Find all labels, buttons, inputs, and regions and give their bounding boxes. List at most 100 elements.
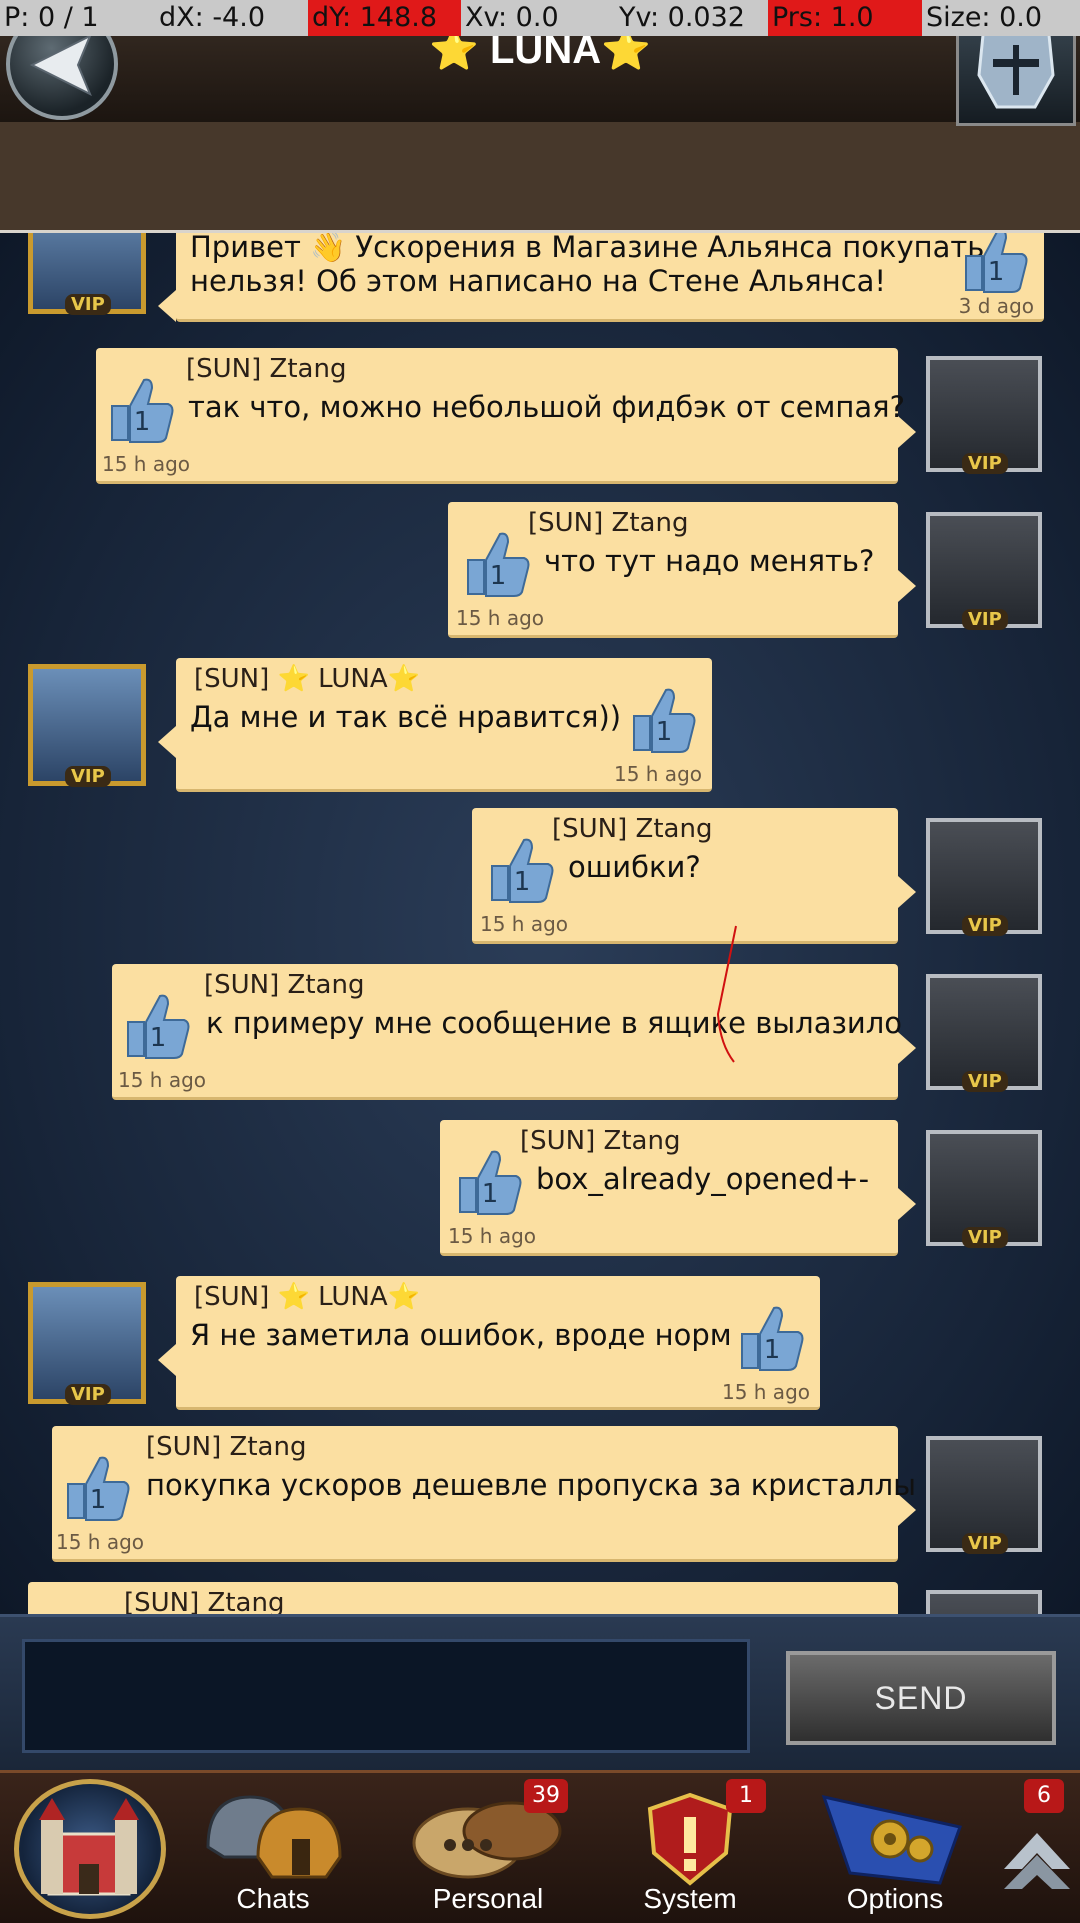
nav-scroll-up[interactable]: 6 xyxy=(996,1773,1080,1923)
ztang-avatar[interactable] xyxy=(926,1590,1042,1614)
message-time: 15 h ago xyxy=(613,762,702,786)
message-bubble[interactable]: [SUN] Ztang box_already_opened+- 15 h ag… xyxy=(440,1120,916,1256)
message-sender: [SUN] Ztang xyxy=(528,508,689,538)
thumbs-up-icon: 1 xyxy=(111,378,174,443)
message-bubble[interactable]: [SUN] Ztang xyxy=(28,1582,898,1614)
message-time: 15 h ago xyxy=(721,1380,810,1404)
nav-options[interactable]: Options xyxy=(800,1773,990,1923)
message-bubble[interactable]: [SUN] Ztang так что, можно небольшой фид… xyxy=(96,348,916,484)
helmets-icon xyxy=(206,1795,342,1879)
debug-dx: dX: -4.0 xyxy=(159,2,265,33)
debug-pointer: P: 0 / 1 xyxy=(4,2,99,33)
like-button[interactable]: 1 xyxy=(958,232,1030,302)
message-input[interactable] xyxy=(22,1639,750,1753)
message-time: 15 h ago xyxy=(56,1530,145,1554)
message-bubble[interactable]: [SUN] Ztang ошибки? 15 h ago 1 xyxy=(472,808,916,944)
like-button[interactable]: 1 xyxy=(626,682,698,762)
luna-avatar[interactable]: VIP xyxy=(28,232,146,315)
message-bubble[interactable]: [SUN] ⭐ LUNA⭐ Я не заметила ошибок, врод… xyxy=(158,1276,820,1410)
castle-icon xyxy=(39,1798,139,1896)
ztang-avatar[interactable]: VIP xyxy=(926,974,1042,1092)
message-bubble[interactable]: [SUN] Ztang что тут надо менять? 15 h ag… xyxy=(448,502,916,638)
vip-badge: VIP xyxy=(65,294,111,315)
like-button[interactable]: 1 xyxy=(734,1300,806,1380)
message-bubble[interactable]: [SUN] Ztang покупка ускоров дешевле проп… xyxy=(52,1426,916,1562)
thumbs-up-icon: 1 xyxy=(67,1456,130,1521)
system-badge: 1 xyxy=(726,1779,766,1813)
up-badge: 6 xyxy=(1024,1779,1064,1813)
thumbs-up-icon: 1 xyxy=(467,532,530,597)
like-button[interactable]: 1 xyxy=(452,1144,524,1224)
message-time: 15 h ago xyxy=(480,912,569,936)
message-bubble[interactable]: [SUN] Ztang к примеру мне сообщение в ящ… xyxy=(112,925,916,1100)
message-sender: [SUN] Ztang xyxy=(204,970,365,1000)
luna-avatar[interactable]: VIP xyxy=(28,664,146,787)
ztang-avatar[interactable]: VIP xyxy=(926,1130,1042,1248)
gear-flag-icon xyxy=(821,1794,962,1885)
message-sender: [SUN] Ztang xyxy=(124,1588,285,1614)
message-text: покупка ускоров дешевле пропуска за крис… xyxy=(146,1468,917,1502)
vip-badge: VIP xyxy=(962,453,1008,474)
like-button[interactable]: 1 xyxy=(460,526,532,606)
message-sender: [SUN] ⭐ LUNA⭐ xyxy=(194,664,421,694)
message-sender: [SUN] Ztang xyxy=(186,354,347,384)
like-button[interactable]: 1 xyxy=(484,832,556,912)
message-bubble[interactable]: [SUN] ⭐ LUNA⭐ Да мне и так всё нравится)… xyxy=(158,658,712,792)
back-arrow-icon xyxy=(29,34,92,96)
touch-trace-mark xyxy=(716,925,737,1063)
message-text: Да мне и так всё нравится)) xyxy=(190,700,622,734)
svg-text:1: 1 xyxy=(764,1335,781,1365)
ztang-avatar[interactable]: VIP xyxy=(926,356,1042,474)
debug-dy: dY: 148.8 xyxy=(308,0,461,36)
debug-xv: Xv: 0.0 xyxy=(465,2,559,33)
nav-options-label: Options xyxy=(846,1883,944,1914)
thumbs-up-icon: 1 xyxy=(459,1150,522,1215)
debug-yv: Yv: 0.032 xyxy=(619,2,745,33)
vip-badge: VIP xyxy=(65,1384,111,1405)
svg-text:1: 1 xyxy=(490,561,507,591)
send-button[interactable]: SEND xyxy=(786,1651,1056,1745)
message-time: 15 h ago xyxy=(102,452,191,476)
castle-home-button[interactable] xyxy=(14,1779,166,1919)
chat-messages-list[interactable]: VIP Привет 👋 Ускорения в Магазине Альянс… xyxy=(0,232,1080,1614)
svg-text:1: 1 xyxy=(514,867,531,897)
debug-size: Size: 0.0 xyxy=(926,2,1043,33)
nav-chats[interactable]: Chats xyxy=(188,1773,358,1923)
like-button[interactable]: 1 xyxy=(60,1450,132,1530)
ztang-avatar[interactable]: VIP xyxy=(926,1436,1042,1554)
message-sender: [SUN] Ztang xyxy=(520,1126,681,1156)
ztang-avatar[interactable]: VIP xyxy=(926,512,1042,630)
message-text: что тут надо менять? xyxy=(544,544,875,578)
vip-badge: VIP xyxy=(962,915,1008,936)
svg-text:1: 1 xyxy=(656,717,673,747)
vip-badge: VIP xyxy=(962,1533,1008,1554)
like-button[interactable]: 1 xyxy=(104,372,176,452)
message-text: Привет 👋 Ускорения в Магазине Альянса по… xyxy=(190,232,985,264)
message-sender: [SUN] ⭐ LUNA⭐ xyxy=(194,1282,421,1312)
nav-system[interactable]: 1 System xyxy=(610,1773,770,1923)
bottom-nav: Chats 39 Personal 1 System Options 6 xyxy=(0,1770,1080,1923)
message-composer: SEND xyxy=(0,1614,1080,1773)
thumbs-up-icon: 1 xyxy=(965,232,1028,293)
svg-text:1: 1 xyxy=(134,407,151,437)
svg-text:1: 1 xyxy=(150,1023,167,1053)
message-text: ошибки? xyxy=(568,850,701,884)
thumbs-up-icon: 1 xyxy=(491,838,554,903)
vip-badge: VIP xyxy=(65,766,111,787)
alert-shield-icon xyxy=(647,1792,733,1886)
svg-text:1: 1 xyxy=(482,1179,499,1209)
message-bubble[interactable]: Привет 👋 Ускорения в Магазине Альянса по… xyxy=(158,232,1044,322)
debug-overlay: P: 0 / 1 dX: -4.0 dY: 148.8 Xv: 0.0 Yv: … xyxy=(0,0,1080,36)
vip-badge: VIP xyxy=(962,1071,1008,1092)
luna-avatar[interactable]: VIP xyxy=(28,1282,146,1405)
message-time: 15 h ago xyxy=(456,606,545,630)
nav-personal[interactable]: 39 Personal xyxy=(398,1773,578,1923)
svg-text:1: 1 xyxy=(90,1485,107,1515)
thumbs-up-icon: 1 xyxy=(633,688,696,753)
message-sender: [SUN] Ztang xyxy=(146,1432,307,1462)
ztang-avatar[interactable]: VIP xyxy=(926,818,1042,936)
nav-system-label: System xyxy=(643,1883,737,1914)
message-text: Я не заметила ошибок, вроде норм xyxy=(190,1318,732,1352)
message-text: так что, можно небольшой фидбэк от семпа… xyxy=(188,390,905,424)
like-button[interactable]: 1 xyxy=(120,988,192,1068)
